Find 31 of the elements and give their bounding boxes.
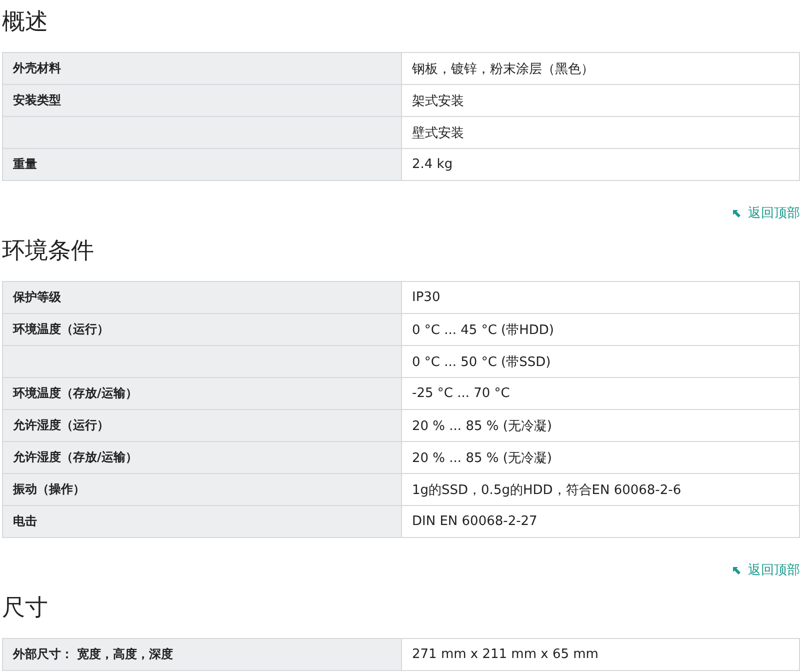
spec-value: 2.4 kg [412,157,453,172]
spec-value: 壁式安装 [412,126,464,140]
spec-value: 1g的SSD，0.5g的HDD，符合EN 60068-2-6 [412,482,682,498]
section-heading: 尺寸 [2,594,49,623]
spec-value: IP30 [412,290,440,305]
arrow-up-left-icon [732,208,741,218]
section-heading: 概述 [2,8,49,37]
spec-label: 允许湿度（存放/运输） [13,450,138,464]
spec-value: 0 °C ... 50 °C (带SSD) [412,354,551,370]
spec-value: 钢板，镀锌，粉末涂层（黑色） [412,62,594,76]
spec-value: -25 °C ... 70 °C [412,386,510,401]
spec-value: 架式安装 [412,94,464,108]
spec-label: 电击 [13,514,37,528]
back-to-top-link[interactable]: 返回顶部 [748,204,800,222]
spec-label: 重量 [13,157,37,171]
spec-value: 0 °C ... 45 °C (带HDD) [412,322,554,338]
spec-label: 安装类型 [13,93,61,107]
section-heading: 环境条件 [2,237,95,266]
arrow-up-left-icon [732,566,741,574]
spec-label: 环境温度（运行） [13,322,109,336]
spec-value: DIN EN 60068-2-27 [412,514,538,529]
spec-value: 20 % ... 85 % (无冷凝) [412,450,552,466]
spec-label: 振动（操作） [13,482,85,496]
spec-label: 外部尺寸： 宽度，高度，深度 [13,647,174,661]
spec-label: 环境温度（存放/运输） [13,386,138,400]
spec-label: 外壳材料 [13,61,61,75]
spec-value: 271 mm x 211 mm x 65 mm [412,647,598,662]
back-to-top-link[interactable]: 返回顶部 [748,561,800,579]
spec-label: 保护等级 [13,290,61,304]
spec-label: 允许湿度（运行） [13,418,109,432]
spec-value: 20 % ... 85 % (无冷凝) [412,418,552,434]
